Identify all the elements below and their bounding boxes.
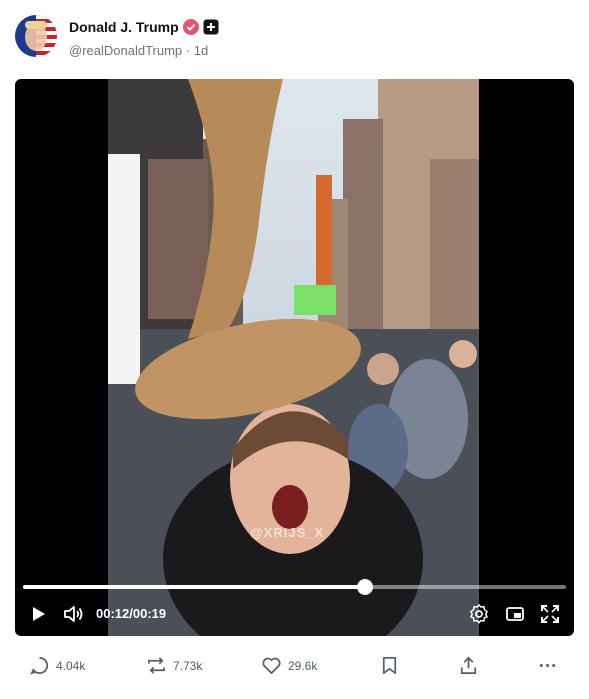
handle-row: @realDonaldTrump · 1d <box>69 43 208 58</box>
fullscreen-icon[interactable] <box>539 603 561 625</box>
repost-button[interactable]: 7.73k <box>146 655 202 676</box>
verified-badge-icon <box>182 19 199 35</box>
post-time[interactable]: 1d <box>194 43 208 58</box>
progress-bar[interactable] <box>23 579 566 595</box>
reply-count: 4.04k <box>56 658 86 673</box>
progress-fill <box>23 585 366 589</box>
progress-knob[interactable] <box>357 579 374 595</box>
duration: 00:19 <box>132 606 167 621</box>
heart-icon <box>262 657 281 674</box>
volume-icon[interactable] <box>62 603 84 625</box>
like-button[interactable]: 29.6k <box>261 655 317 676</box>
picture-in-picture-icon[interactable] <box>504 603 526 625</box>
current-time: 00:12 <box>96 606 130 621</box>
author-handle[interactable]: @realDonaldTrump <box>69 43 182 58</box>
video-frame <box>108 79 479 636</box>
video-watermark: @XRIJS_X <box>250 525 325 540</box>
bookmark-icon <box>382 657 397 674</box>
reply-icon <box>30 657 49 675</box>
more-options-button[interactable] <box>537 655 558 676</box>
more-dots-icon <box>539 663 556 668</box>
separator-dot: · <box>185 43 191 58</box>
time-display: 00:12/00:19 <box>96 606 166 621</box>
share-button[interactable] <box>458 655 479 676</box>
repost-count: 7.73k <box>173 658 203 673</box>
video-player[interactable]: @XRIJS_X 00:12/00:19 <box>15 79 574 636</box>
like-count: 29.6k <box>288 658 318 673</box>
post-header: Donald J. Trump @realDonaldTrump · 1d <box>15 15 575 61</box>
reply-button[interactable]: 4.04k <box>29 655 85 676</box>
plus-badge-icon <box>203 19 219 35</box>
avatar[interactable] <box>15 15 57 57</box>
repost-icon <box>148 657 165 674</box>
play-button[interactable] <box>27 603 49 625</box>
author-name[interactable]: Donald J. Trump <box>69 19 179 35</box>
share-icon <box>460 656 477 674</box>
settings-gear-icon[interactable] <box>468 603 490 625</box>
action-bar: 4.04k 7.73k 29.6k <box>0 655 589 683</box>
bookmark-button[interactable] <box>379 655 400 676</box>
